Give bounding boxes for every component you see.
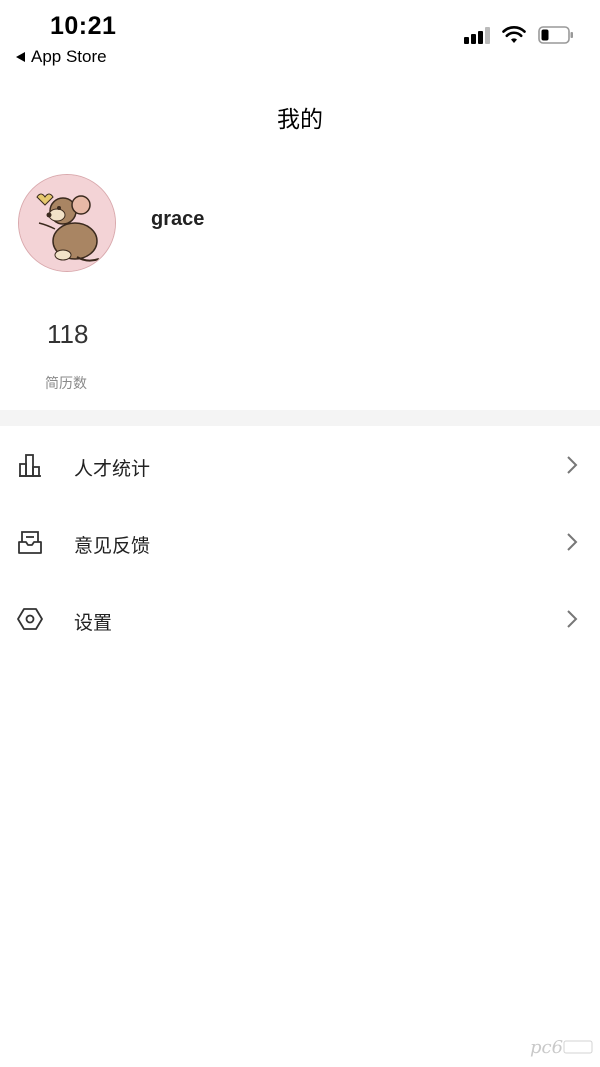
menu-item-feedback[interactable]: 意见反馈: [0, 503, 600, 580]
watermark-logo: pc6: [530, 1037, 593, 1058]
chevron-right-icon: [567, 610, 578, 628]
menu-list: 人才统计 意见反馈 设置: [0, 426, 600, 657]
back-app-label: App Store: [31, 47, 107, 66]
resume-count-label: 简历数: [45, 375, 87, 391]
section-divider: [0, 410, 600, 426]
menu-item-label: 设置: [74, 613, 113, 634]
avatar[interactable]: [18, 174, 116, 272]
menu-item-label: 人才统计: [74, 459, 151, 480]
avatar-image: [19, 175, 115, 271]
status-indicators: [464, 25, 574, 45]
chevron-right-icon: [567, 533, 578, 551]
menu-item-label: 意见反馈: [74, 536, 151, 557]
battery-icon: [538, 25, 574, 45]
settings-hexagon-icon: [17, 608, 43, 630]
menu-item-talent-stats[interactable]: 人才统计: [0, 426, 600, 503]
back-to-app-store-button[interactable]: App Store: [16, 47, 107, 67]
status-bar: 10:21 App Store: [0, 0, 600, 78]
svg-text:pc6: pc6: [530, 1037, 563, 1058]
feedback-inbox-icon: [18, 531, 42, 554]
menu-item-settings[interactable]: 设置: [0, 580, 600, 657]
cellular-signal-icon: [464, 26, 490, 44]
status-time: 10:21: [50, 12, 117, 40]
resume-count-value[interactable]: 118: [47, 319, 88, 350]
wifi-icon: [502, 26, 526, 44]
bar-chart-icon: [19, 454, 41, 477]
back-arrow-icon: [16, 52, 25, 62]
chevron-right-icon: [567, 456, 578, 474]
username: grace: [151, 208, 205, 230]
page-title: 我的: [277, 106, 323, 132]
